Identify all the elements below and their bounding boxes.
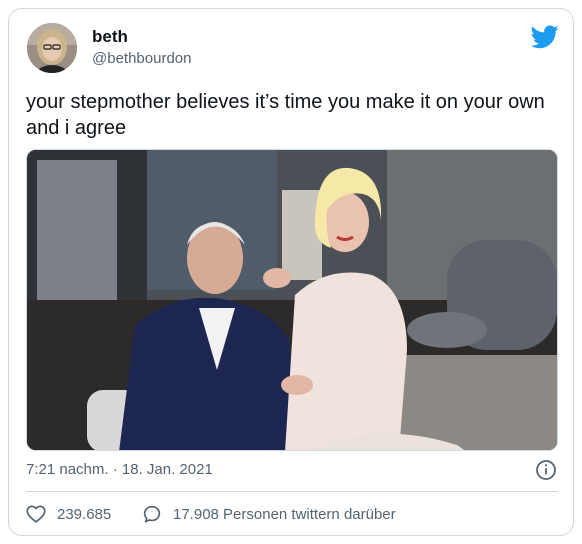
tweet-card[interactable]: beth @bethbourdon your stepmother believ…	[8, 8, 574, 536]
like-count: 239.685	[57, 505, 112, 523]
speech-bubble-icon	[143, 505, 161, 523]
tweet-photo[interactable]	[26, 149, 558, 451]
divider	[26, 491, 558, 492]
author-handle[interactable]: @bethbourdon	[92, 50, 191, 68]
heart-icon	[26, 505, 46, 523]
like-button[interactable]: 239.685	[25, 503, 111, 525]
info-icon[interactable]	[535, 459, 557, 481]
conversation-count: 17.908 Personen twittern darüber	[173, 505, 396, 523]
author-name[interactable]: beth	[92, 27, 128, 47]
tweet-text: your stepmother believes it’s time you m…	[26, 91, 545, 139]
tweet-timestamp[interactable]: 7:21 nachm. · 18. Jan. 2021	[26, 461, 213, 479]
conversation-button[interactable]: 17.908 Personen twittern darüber	[141, 503, 396, 525]
avatar[interactable]	[27, 23, 77, 73]
twitter-bird-icon[interactable]	[530, 25, 559, 49]
